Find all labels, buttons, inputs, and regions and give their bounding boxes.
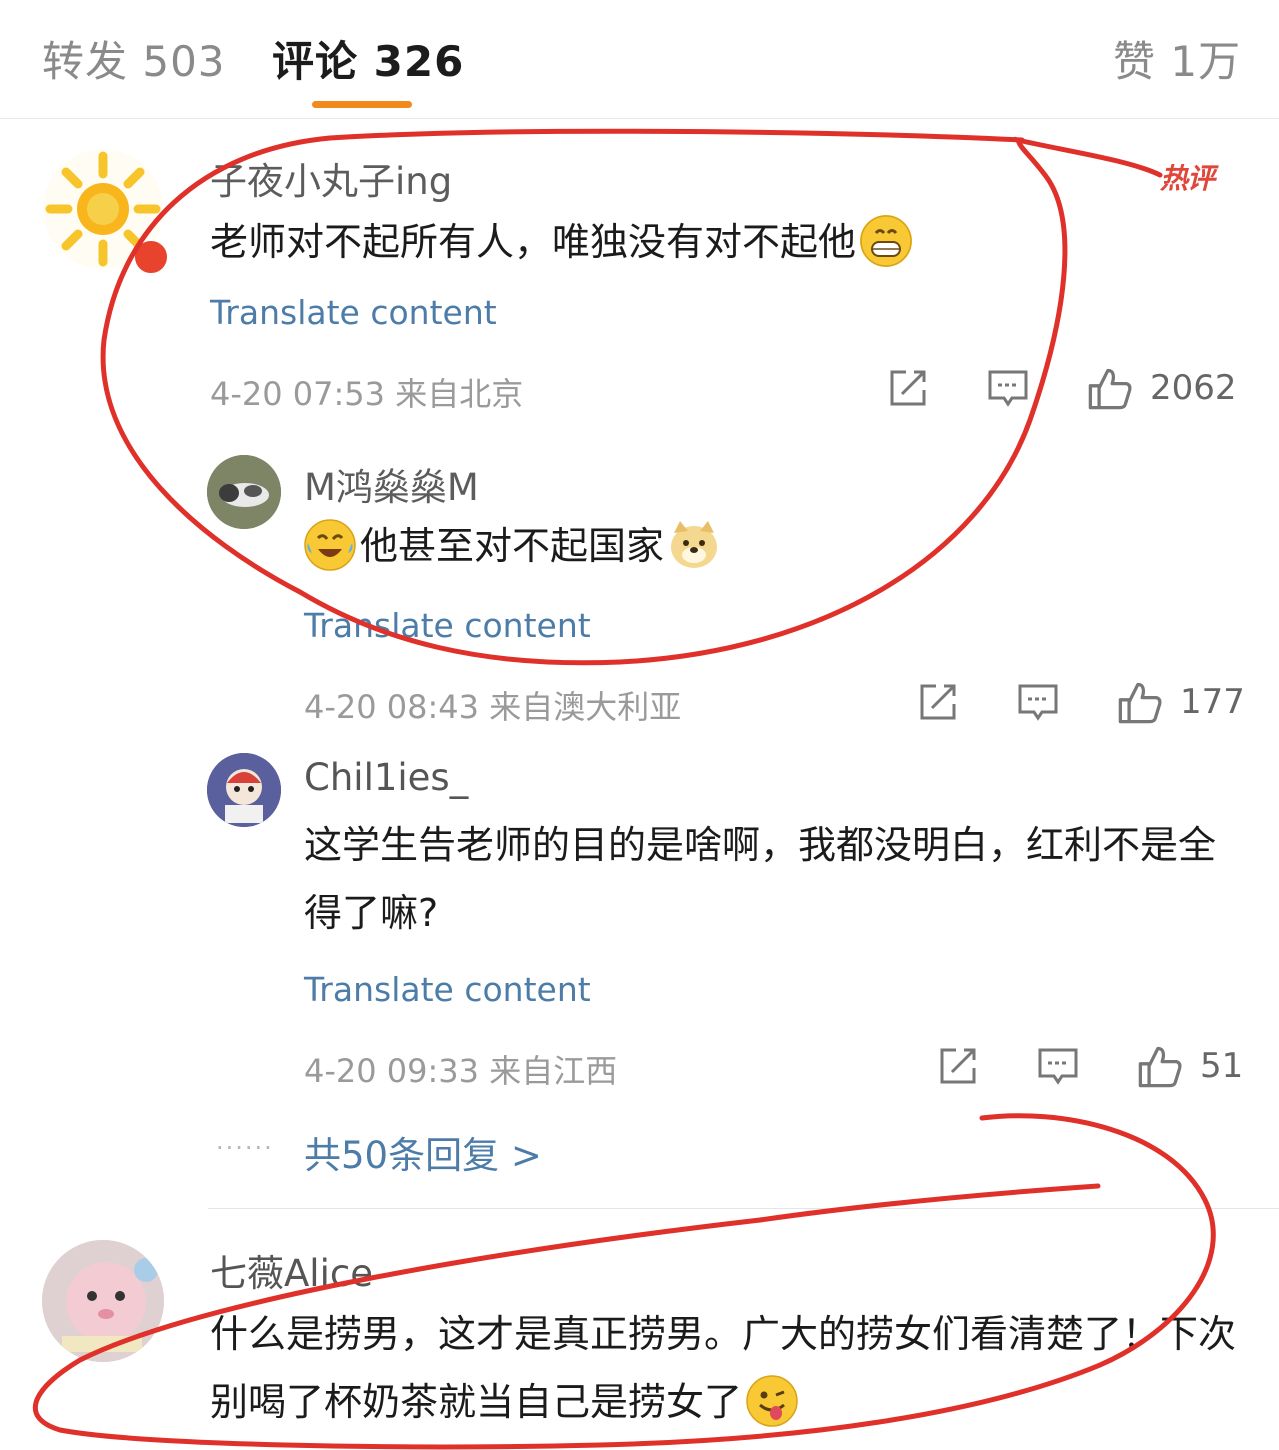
comment-text: 老师对不起所有人，唯独没有对不起他: [210, 208, 913, 276]
verified-badge-icon: [132, 238, 170, 276]
avatar[interactable]: [207, 455, 281, 529]
reply-text: 他甚至对不起国家: [304, 512, 720, 580]
reply-text: 这学生告老师的目的是啥啊，我都没明白，红利不是全得了嘛?: [304, 823, 1217, 935]
reply-icon[interactable]: [986, 366, 1030, 410]
share-icon[interactable]: [886, 366, 930, 410]
reply-meta: 4-20 08:43 来自澳大利亚: [304, 688, 682, 726]
like-count: 177: [1180, 682, 1245, 722]
like-count: 2062: [1150, 368, 1237, 408]
like-icon[interactable]: [1116, 678, 1164, 726]
like-icon[interactable]: [1136, 1042, 1184, 1090]
more-replies-dots: ······: [216, 1134, 274, 1162]
comment-meta: 4-20 07:53 来自北京: [210, 375, 524, 413]
avatar[interactable]: [42, 1240, 164, 1362]
tab-forward[interactable]: 转发 503: [42, 28, 226, 89]
translate-link[interactable]: Translate content: [304, 606, 591, 645]
like-count: 51: [1200, 1046, 1244, 1086]
like-icon[interactable]: [1086, 364, 1134, 412]
translate-link[interactable]: Translate content: [304, 970, 591, 1009]
comment-divider: [208, 1208, 1279, 1209]
avatar[interactable]: [207, 753, 281, 827]
grin-emoji-icon: [860, 214, 913, 267]
reply-text-body: 他甚至对不起国家: [360, 524, 665, 568]
tab-likes[interactable]: 赞 1万: [1113, 28, 1241, 89]
hamster-avatar-icon: [42, 1240, 164, 1362]
header-divider: [0, 118, 1279, 119]
hot-comment-badge: 热评: [1160, 162, 1215, 195]
active-tab-indicator: [312, 101, 412, 108]
reply-meta: 4-20 09:33 来自江西: [304, 1052, 618, 1090]
tongue-emoji-icon: [746, 1374, 798, 1427]
translate-link[interactable]: Translate content: [210, 293, 497, 332]
share-icon[interactable]: [916, 680, 960, 724]
comment-username[interactable]: 子夜小丸子ing: [210, 151, 452, 205]
comment-username[interactable]: 七薇Alice: [210, 1243, 373, 1297]
reply-icon[interactable]: [1016, 680, 1060, 724]
comment-text-body: 什么是捞男，这才是真正捞男。广大的捞女们看清楚了！下次别喝了杯奶茶就当自己是捞女…: [210, 1312, 1237, 1424]
reply-username[interactable]: Chil1ies_: [304, 756, 468, 799]
doge-emoji-icon: [668, 519, 720, 571]
share-icon[interactable]: [936, 1044, 980, 1088]
comment-text-body: 老师对不起所有人，唯独没有对不起他: [210, 220, 857, 264]
cat-photo-avatar-icon: [207, 455, 281, 529]
cartoon-avatar-icon: [207, 753, 281, 827]
more-replies-link[interactable]: 共50条回复 >: [304, 1125, 542, 1179]
comment-text: 什么是捞男，这才是真正捞男。广大的捞女们看清楚了！下次别喝了杯奶茶就当自己是捞女…: [210, 1300, 1250, 1436]
laugh-cry-emoji-icon: [304, 518, 356, 571]
reply-icon[interactable]: [1036, 1044, 1080, 1088]
reply-username[interactable]: M鸿燊燊M: [304, 457, 479, 511]
tab-comments[interactable]: 评论 326: [272, 28, 464, 89]
